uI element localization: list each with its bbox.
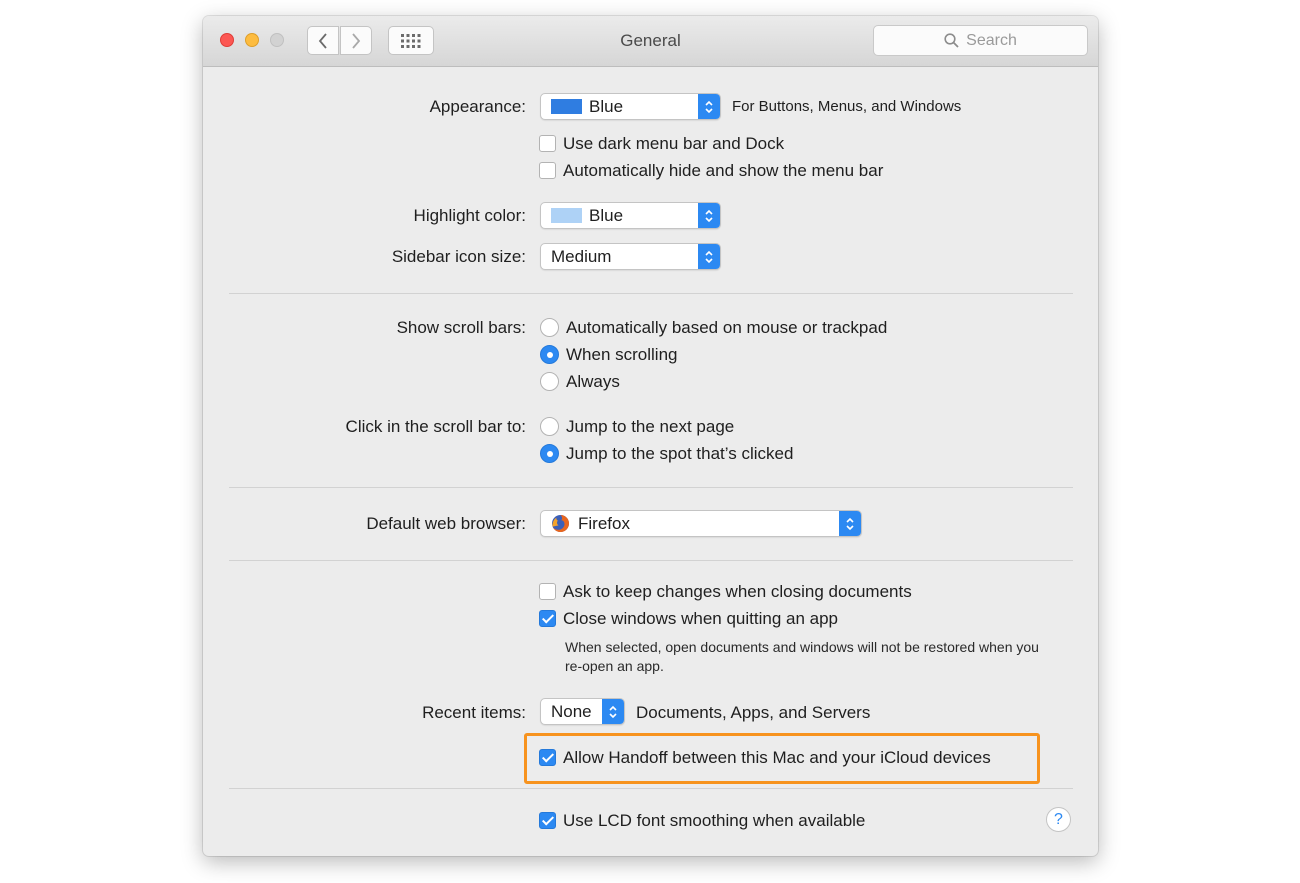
sidebar-icon-size-label: Sidebar icon size: (391, 247, 526, 266)
popup-arrows-icon (698, 203, 720, 228)
appearance-note: For Buttons, Menus, and Windows (732, 98, 962, 115)
close-window-button[interactable] (220, 33, 234, 47)
scroll-bars-automatic-label: Automatically based on mouse or trackpad (566, 318, 888, 337)
ask-keep-changes-label: Ask to keep changes when closing documen… (563, 582, 912, 601)
help-button[interactable]: ? (1046, 807, 1071, 832)
grid-icon (401, 33, 421, 48)
lcd-smoothing-label: Use LCD font smoothing when available (563, 811, 866, 830)
title-bar: General Search (203, 16, 1098, 67)
dark-menu-bar-checkbox[interactable] (539, 135, 556, 152)
highlight-color-swatch (551, 208, 582, 223)
jump-to-spot-radio[interactable] (540, 444, 559, 463)
zoom-window-button[interactable] (270, 33, 284, 47)
minimize-window-button[interactable] (245, 33, 259, 47)
appearance-value: Blue (589, 97, 624, 116)
recent-items-label: Recent items: (422, 703, 526, 722)
popup-arrows-icon (698, 94, 720, 119)
chevron-right-icon (352, 32, 361, 49)
highlight-color-value: Blue (589, 206, 624, 225)
divider (229, 560, 1073, 561)
scroll-bars-always-label: Always (566, 372, 620, 391)
close-windows-label: Close windows when quitting an app (563, 609, 839, 628)
sidebar-icon-size-value: Medium (551, 247, 612, 266)
recent-items-suffix: Documents, Apps, and Servers (636, 703, 871, 722)
jump-next-page-label: Jump to the next page (566, 417, 735, 436)
dark-menu-bar-label: Use dark menu bar and Dock (563, 134, 785, 153)
firefox-icon (552, 515, 570, 532)
sidebar-icon-size-popup[interactable]: Medium (540, 243, 721, 270)
ask-keep-changes-checkbox[interactable] (539, 583, 556, 600)
forward-button[interactable] (340, 26, 372, 55)
divider (229, 487, 1073, 488)
divider (229, 293, 1073, 294)
highlight-color-popup[interactable]: Blue (540, 202, 721, 229)
jump-to-spot-label: Jump to the spot that’s clicked (566, 444, 794, 463)
popup-arrows-icon (602, 699, 624, 724)
search-field[interactable]: Search (873, 25, 1088, 56)
show-scroll-bars-label: Show scroll bars: (396, 318, 526, 337)
auto-hide-menu-bar-label: Automatically hide and show the menu bar (563, 161, 884, 180)
popup-arrows-icon (839, 511, 861, 536)
chevron-left-icon (318, 32, 327, 49)
lcd-smoothing-checkbox[interactable] (539, 812, 556, 829)
scroll-bars-always-radio[interactable] (540, 372, 559, 391)
popup-arrows-icon (698, 244, 720, 269)
close-windows-note: When selected, open documents and window… (565, 639, 1039, 674)
scroll-bars-automatic-radio[interactable] (540, 318, 559, 337)
help-icon: ? (1054, 811, 1063, 828)
appearance-color-swatch (551, 99, 582, 114)
handoff-label: Allow Handoff between this Mac and your … (563, 748, 991, 767)
divider (229, 788, 1073, 789)
search-placeholder: Search (966, 31, 1017, 49)
highlight-color-label: Highlight color: (413, 206, 526, 225)
default-browser-label: Default web browser: (366, 514, 526, 533)
scroll-bars-when-scrolling-label: When scrolling (566, 345, 678, 364)
default-browser-value: Firefox (578, 514, 630, 533)
default-browser-popup[interactable]: Firefox (540, 510, 862, 537)
click-scroll-bar-label: Click in the scroll bar to: (345, 417, 526, 436)
auto-hide-menu-bar-checkbox[interactable] (539, 162, 556, 179)
recent-items-popup[interactable]: None (540, 698, 625, 725)
appearance-popup[interactable]: Blue (540, 93, 721, 120)
scroll-bars-when-scrolling-radio[interactable] (540, 345, 559, 364)
jump-next-page-radio[interactable] (540, 417, 559, 436)
close-windows-checkbox[interactable] (539, 610, 556, 627)
general-preferences-window: General Search Appearance: Blue For Butt… (203, 16, 1098, 856)
show-all-button[interactable] (388, 26, 434, 55)
appearance-label: Appearance: (429, 97, 526, 116)
handoff-checkbox[interactable] (539, 749, 556, 766)
recent-items-value: None (551, 702, 592, 721)
search-icon (944, 33, 959, 48)
back-button[interactable] (307, 26, 339, 55)
